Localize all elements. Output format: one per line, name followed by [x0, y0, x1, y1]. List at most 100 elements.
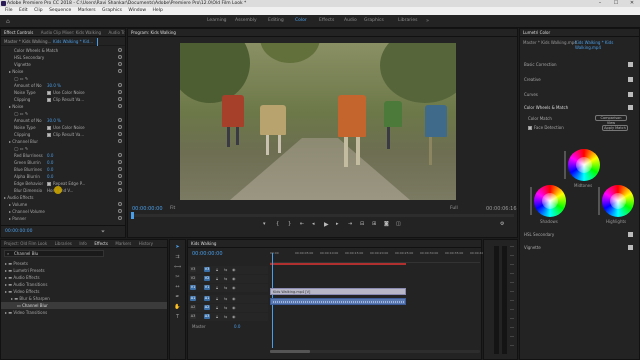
- close-button[interactable]: ✕: [624, 0, 640, 7]
- effect-property-row[interactable]: ▸ Volume: [1, 201, 125, 208]
- effects-tree-item[interactable]: ▭ Channel Blur: [1, 302, 167, 309]
- add-marker-button[interactable]: ▾: [263, 221, 266, 227]
- shadows-slider[interactable]: [530, 187, 532, 215]
- effects-tree-item[interactable]: ▸ ▬ Lumetri Presets: [1, 267, 167, 274]
- effect-property-row[interactable]: ▸ Noise: [1, 68, 125, 75]
- tab-lumetri-color[interactable]: Lumetri Color: [520, 29, 553, 36]
- lumetri-section-hsl-secondary[interactable]: HSL Secondary: [520, 231, 639, 238]
- effect-property-value[interactable]: Repeat Edge P...: [47, 180, 85, 187]
- track-target-toggle[interactable]: A3: [204, 314, 210, 319]
- master-clip-selector[interactable]: Master * Kids Walking...: [4, 39, 51, 44]
- menu-window[interactable]: Window: [128, 7, 146, 15]
- reset-icon[interactable]: [118, 83, 122, 87]
- track-target-toggle[interactable]: A2: [204, 305, 210, 310]
- resolution-select[interactable]: Full: [450, 206, 458, 211]
- menu-edit[interactable]: Edit: [19, 7, 28, 15]
- lock-icon[interactable]: 🔒︎: [216, 314, 218, 319]
- shadows-color-wheel[interactable]: [534, 185, 566, 217]
- workspace-graphics[interactable]: Graphics: [364, 18, 384, 23]
- track-target-toggle[interactable]: V2: [204, 276, 210, 281]
- workspace-learning[interactable]: Learning: [207, 18, 227, 23]
- home-icon[interactable]: ⌂: [6, 18, 13, 25]
- vignette-toggle[interactable]: [628, 245, 633, 250]
- effects-tree-item[interactable]: ▸ ▬ Audio Effects: [1, 274, 167, 281]
- effect-property-row[interactable]: Noise Type Use Color Noise: [1, 89, 125, 96]
- menu-graphics[interactable]: Graphics: [102, 7, 122, 15]
- reset-icon[interactable]: [118, 62, 122, 66]
- workspace-effects[interactable]: Effects: [319, 18, 334, 23]
- timeline-timecode[interactable]: 00:00:00:00: [192, 251, 223, 257]
- effect-property-row[interactable]: ◯ ▭ ✎: [1, 145, 125, 152]
- hand-tool-icon[interactable]: ✋: [174, 304, 181, 311]
- reset-icon[interactable]: [118, 69, 122, 73]
- reset-icon[interactable]: [118, 55, 122, 59]
- lumetri-section-creative[interactable]: Creative: [520, 76, 639, 83]
- mute-icon[interactable]: ◉: [232, 296, 236, 301]
- track-header[interactable]: V3 V3 🔒︎ ⇆ ◉: [188, 266, 268, 274]
- effect-property-row[interactable]: ▸ Panner: [1, 215, 125, 222]
- pen-mask-icon[interactable]: ✎: [25, 146, 28, 151]
- track-target-toggle[interactable]: V1: [204, 285, 210, 290]
- mute-icon[interactable]: ◉: [232, 314, 236, 319]
- effects-search-input[interactable]: Channel Blu: [14, 251, 38, 257]
- slip-tool-icon[interactable]: ↔: [174, 284, 181, 291]
- effect-property-value[interactable]: Clip Result Va...: [47, 131, 84, 138]
- face-detection-checkbox[interactable]: [528, 126, 532, 130]
- face-detection-row[interactable]: Face Detection: [520, 124, 564, 131]
- tab-markers[interactable]: Markers: [112, 240, 134, 247]
- lock-icon[interactable]: 🔒︎: [216, 276, 218, 281]
- reset-icon[interactable]: [118, 174, 122, 178]
- effect-property-row[interactable]: Vignette: [1, 61, 125, 68]
- track-header[interactable]: V2 V2 🔒︎ ⇆ ◉: [188, 275, 268, 283]
- track-target-toggle[interactable]: A1: [204, 296, 210, 301]
- step-back-button[interactable]: ◂: [312, 221, 315, 227]
- comparison-view-icon[interactable]: ◫: [396, 221, 401, 227]
- program-timecode[interactable]: 00:00:00:00: [132, 206, 163, 212]
- sync-lock-icon[interactable]: ⇆: [224, 305, 227, 310]
- effect-property-row[interactable]: Blue Blurrines 0.0: [1, 166, 125, 173]
- creative-toggle[interactable]: [628, 77, 633, 82]
- eye-icon[interactable]: ◉: [232, 285, 236, 290]
- effect-property-row[interactable]: Green Blurrin 0.0: [1, 159, 125, 166]
- tab-effects[interactable]: Effects: [91, 240, 111, 247]
- ripple-edit-tool-icon[interactable]: ⟺: [174, 264, 181, 271]
- effects-tree-item[interactable]: ▸ ▬ Audio Transitions: [1, 281, 167, 288]
- menu-markers[interactable]: Markers: [78, 7, 96, 15]
- pen-mask-icon[interactable]: ✎: [25, 111, 28, 116]
- basic-correction-toggle[interactable]: [628, 62, 633, 67]
- go-to-out-button[interactable]: ⇥: [348, 221, 352, 227]
- curves-toggle[interactable]: [628, 92, 633, 97]
- sync-lock-icon[interactable]: ⇆: [224, 276, 227, 281]
- lumetri-section-color-wheels[interactable]: Color Wheels & Match: [520, 104, 639, 111]
- sync-lock-icon[interactable]: ⇆: [224, 296, 227, 301]
- effect-property-row[interactable]: Clipping Clip Result Va...: [1, 131, 125, 138]
- timeline-scroll-thumb[interactable]: [270, 350, 310, 353]
- workspace-audio[interactable]: Audio: [344, 18, 357, 23]
- reset-icon[interactable]: [118, 48, 122, 52]
- track-header[interactable]: A3 A3 🔒︎ ⇆ ◉: [188, 313, 268, 321]
- lumetri-section-basic-correction[interactable]: Basic Correction: [520, 61, 639, 68]
- reset-icon[interactable]: [118, 118, 122, 122]
- reset-icon[interactable]: [118, 188, 122, 192]
- extract-button[interactable]: ⊞: [372, 221, 376, 227]
- timeline-horizontal-scrollbar[interactable]: [270, 350, 480, 353]
- source-patch-toggle[interactable]: A1: [190, 296, 196, 301]
- comparison-view-button[interactable]: Comparison View: [595, 115, 627, 125]
- apply-match-button[interactable]: Apply Match: [602, 125, 628, 131]
- effect-property-row[interactable]: ◯ ▭ ✎: [1, 75, 125, 82]
- source-patch-toggle[interactable]: V1: [190, 285, 196, 290]
- effect-property-checkbox[interactable]: [47, 98, 51, 102]
- effect-property-value[interactable]: Use Color Noise: [47, 124, 85, 131]
- tab-program-monitor[interactable]: Program: Kids Walking: [128, 29, 179, 36]
- highlights-slider[interactable]: [598, 187, 600, 215]
- effect-property-value[interactable]: Clip Result Va...: [47, 96, 84, 103]
- lumetri-section-curves[interactable]: Curves: [520, 91, 639, 98]
- eye-icon[interactable]: ◉: [232, 276, 236, 281]
- reset-icon[interactable]: [118, 181, 122, 185]
- mark-in-button[interactable]: {: [276, 221, 279, 227]
- source-patch-toggle[interactable]: V3: [190, 267, 196, 272]
- sync-lock-icon[interactable]: ⇆: [224, 267, 227, 272]
- video-frame[interactable]: [180, 43, 456, 200]
- tab-audio-track-mixer[interactable]: Audio Track Mixer: Kids Walking: [106, 29, 125, 36]
- reset-icon[interactable]: [118, 216, 122, 220]
